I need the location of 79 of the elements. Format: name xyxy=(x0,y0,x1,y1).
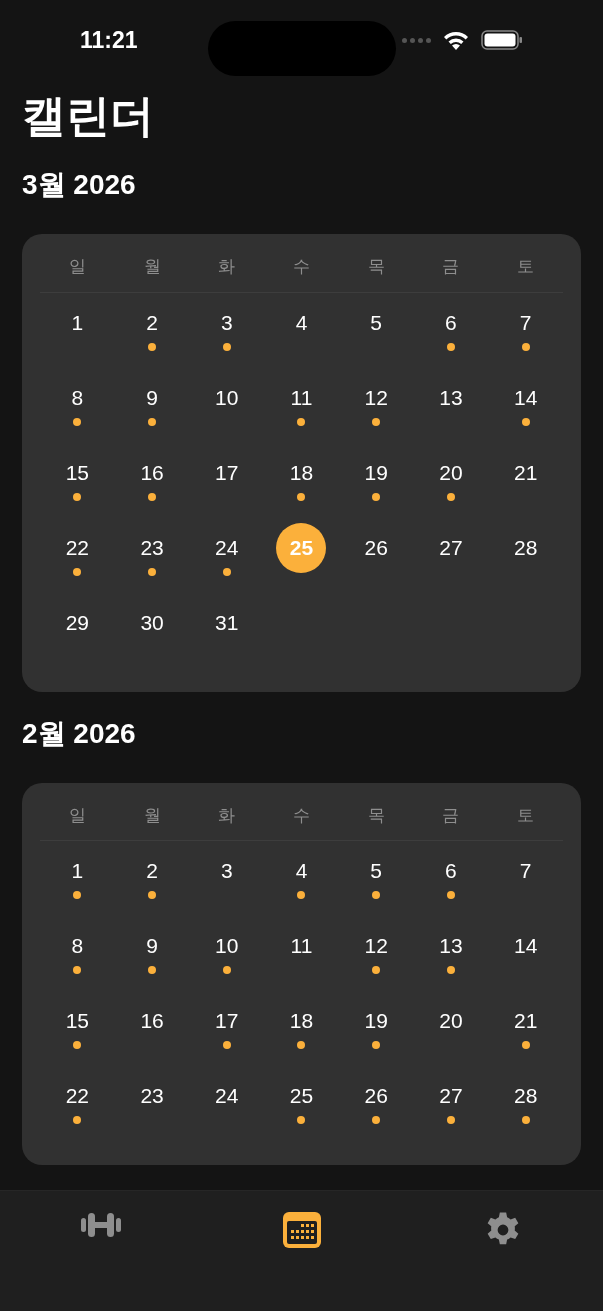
signal-icon xyxy=(402,37,431,43)
day-number[interactable]: 14 xyxy=(513,928,538,964)
day-number[interactable]: 26 xyxy=(364,529,388,566)
wifi-icon xyxy=(443,30,469,50)
day-number[interactable]: 21 xyxy=(513,1003,538,1039)
day-number[interactable]: 16 xyxy=(140,1003,164,1039)
day-number[interactable]: 30 xyxy=(140,604,164,641)
weekday-label: 목 xyxy=(367,804,385,827)
day-number[interactable]: 7 xyxy=(519,304,532,341)
weekday-label: 목 xyxy=(367,256,385,278)
day-number[interactable]: 17 xyxy=(215,454,239,491)
day-number[interactable]: 4 xyxy=(295,304,308,341)
day-number[interactable]: 9 xyxy=(146,379,158,416)
day-number[interactable]: 25 xyxy=(289,1078,314,1114)
day-number[interactable]: 6 xyxy=(445,853,457,889)
weekday-label: 수 xyxy=(293,804,310,827)
weekday-label: 월 xyxy=(143,256,161,278)
day-number[interactable]: 14 xyxy=(513,379,538,416)
day-number[interactable]: 21 xyxy=(513,454,538,491)
day-number[interactable]: 19 xyxy=(364,454,388,491)
weekday-label: 토 xyxy=(517,804,535,827)
day-number[interactable]: 11 xyxy=(290,379,313,416)
day-number[interactable]: 7 xyxy=(519,853,532,889)
day-number[interactable]: 9 xyxy=(146,928,158,964)
day-number[interactable]: 8 xyxy=(71,928,84,964)
day-number[interactable]: 3 xyxy=(220,853,233,889)
page-title: 캘린더 xyxy=(22,90,155,142)
day-number[interactable]: 10 xyxy=(215,928,239,964)
day-number[interactable]: 6 xyxy=(445,304,457,341)
day-number[interactable]: 22 xyxy=(65,529,90,566)
day-number[interactable]: 24 xyxy=(215,529,239,566)
day-number[interactable]: 11 xyxy=(290,928,313,964)
month-title: 3월 2026 xyxy=(22,168,137,202)
day-number[interactable]: 12 xyxy=(364,928,388,964)
day-number[interactable]: 27 xyxy=(439,1078,463,1114)
day-number[interactable]: 2 xyxy=(146,853,158,889)
day-number[interactable]: 12 xyxy=(364,379,388,416)
day-number[interactable]: 18 xyxy=(289,1003,314,1039)
day-number[interactable]: 20 xyxy=(439,454,463,491)
day-number[interactable]: 13 xyxy=(439,928,463,964)
day-number[interactable]: 3 xyxy=(220,304,233,341)
day-number[interactable]: 17 xyxy=(215,1003,239,1039)
weekday-label: 금 xyxy=(442,256,460,278)
day-number[interactable]: 22 xyxy=(65,1078,90,1114)
weekday-label: 수 xyxy=(293,256,310,278)
day-number[interactable]: 4 xyxy=(295,853,308,889)
weekday-label: 화 xyxy=(218,256,236,278)
battery-icon xyxy=(481,30,523,50)
status-time: 11:21 xyxy=(80,25,138,55)
day-number[interactable]: 20 xyxy=(439,1003,463,1039)
day-number[interactable]: 2 xyxy=(146,304,158,341)
weekday-label: 금 xyxy=(442,804,460,827)
day-number[interactable]: 1 xyxy=(71,853,84,889)
day-number[interactable]: 16 xyxy=(140,454,164,491)
day-number[interactable]: 5 xyxy=(370,304,383,341)
day-number[interactable]: 29 xyxy=(65,604,90,641)
day-number[interactable]: 18 xyxy=(289,454,314,491)
day-number[interactable]: 31 xyxy=(215,604,239,641)
weekday-label: 월 xyxy=(143,804,161,827)
day-number[interactable]: 26 xyxy=(364,1078,388,1114)
day-number[interactable]: 1 xyxy=(71,304,84,341)
day-number[interactable]: 19 xyxy=(364,1003,388,1039)
day-number[interactable]: 13 xyxy=(439,379,463,416)
day-number[interactable]: 23 xyxy=(140,1078,164,1114)
day-number[interactable]: 15 xyxy=(65,1003,90,1039)
day-number[interactable]: 15 xyxy=(65,454,90,491)
day-number[interactable]: 28 xyxy=(513,529,538,566)
day-number[interactable]: 27 xyxy=(439,529,463,566)
weekday-label: 일 xyxy=(68,256,86,278)
weekday-label: 일 xyxy=(68,804,86,827)
day-number[interactable]: 10 xyxy=(215,379,239,416)
day-number[interactable]: 23 xyxy=(140,529,164,566)
day-number[interactable]: 28 xyxy=(513,1078,538,1114)
weekday-label: 토 xyxy=(517,256,535,278)
weekday-label: 화 xyxy=(218,804,236,827)
day-number[interactable]: 5 xyxy=(370,853,383,889)
month-title: 2월 2026 xyxy=(22,716,137,751)
day-number[interactable]: 8 xyxy=(71,379,84,416)
day-number[interactable]: 24 xyxy=(215,1078,239,1114)
